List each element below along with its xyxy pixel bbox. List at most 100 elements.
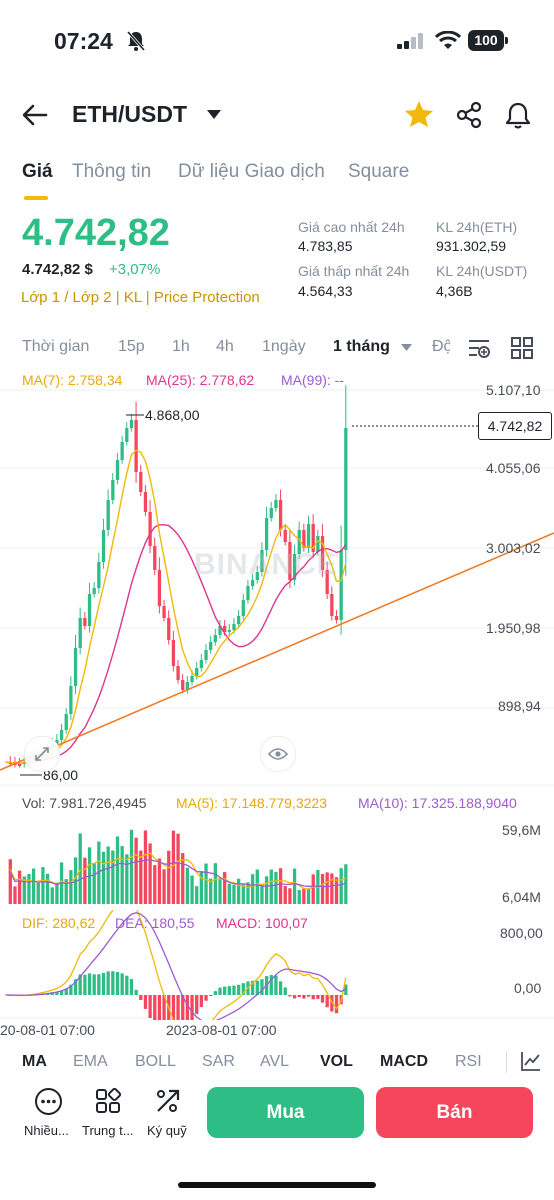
pair-title[interactable]: ETH/USDT	[72, 101, 187, 128]
volume-bar	[101, 851, 106, 904]
battery-indicator: 100	[468, 30, 504, 51]
volume-bar	[69, 870, 73, 904]
candle-body	[69, 686, 73, 714]
tab-trading-data[interactable]: Dữ liệu Giao dịch	[178, 161, 325, 183]
chart-analysis-icon[interactable]	[520, 1050, 542, 1072]
candle-body	[83, 618, 87, 626]
candle-body	[134, 420, 138, 472]
indicator-settings-icon[interactable]	[467, 337, 491, 359]
macd-histogram-bar	[111, 971, 115, 995]
timeframe-4h[interactable]: 4h	[216, 338, 234, 356]
candle-body	[209, 642, 213, 650]
high-24h-value: 4.783,85	[298, 238, 353, 254]
macd-histogram-bar	[232, 985, 236, 995]
indicator-tab-sar[interactable]: SAR	[202, 1053, 235, 1071]
macd-histogram-bar	[237, 984, 241, 995]
macd-histogram-bar	[92, 974, 96, 995]
indicator-tab-macd[interactable]: MACD	[380, 1053, 428, 1071]
macd-histogram-bar	[209, 995, 213, 996]
silent-bell-icon	[126, 31, 146, 51]
trading-center-label[interactable]: Trung t...	[82, 1123, 134, 1138]
timeframe-1h[interactable]: 1h	[172, 338, 190, 356]
macd-histogram-bar	[115, 971, 120, 995]
volume-bar	[92, 863, 96, 904]
macd-histogram-bar	[101, 972, 106, 995]
timeframe-depth[interactable]: Độ	[432, 338, 450, 356]
expand-icon	[35, 747, 49, 761]
trading-center-icon[interactable]	[95, 1088, 121, 1114]
volume-bar	[237, 878, 241, 904]
volume-bar	[278, 868, 283, 904]
volume-bar	[288, 888, 292, 904]
volume-bar	[223, 872, 227, 904]
wifi-icon	[435, 31, 461, 49]
candle-body	[120, 442, 124, 460]
candle-body	[199, 660, 204, 668]
candle-body	[125, 428, 129, 442]
favorite-star-icon[interactable]	[404, 100, 434, 128]
tab-price[interactable]: Giá	[22, 161, 53, 183]
timeframe-1d[interactable]: 1ngày	[262, 338, 306, 356]
candle-body	[106, 500, 110, 530]
volume-bar	[311, 874, 315, 904]
macd-histogram-bar	[195, 995, 199, 1014]
candle-body	[237, 616, 241, 624]
volume-bar	[129, 829, 134, 904]
macd-histogram-bar	[223, 986, 227, 995]
volume-bar	[139, 850, 143, 904]
tag-kl[interactable]: KL	[124, 289, 142, 306]
candle-body	[143, 492, 148, 512]
volume-bar	[111, 850, 115, 904]
volume-bar	[167, 850, 171, 904]
share-icon[interactable]	[455, 101, 483, 129]
toggle-visibility-button[interactable]	[260, 736, 296, 772]
notification-bell-icon[interactable]	[505, 101, 531, 129]
candlestick-chart[interactable]	[0, 380, 554, 790]
timeframe-1month[interactable]: 1 tháng	[333, 338, 390, 356]
volume-legend: Vol: 7.981.726,4945	[22, 795, 147, 811]
volume-bar	[8, 859, 12, 904]
indicator-tab-rsi[interactable]: RSI	[455, 1053, 482, 1071]
candle-body	[17, 764, 22, 766]
macd-histogram-bar	[316, 995, 320, 999]
margin-label[interactable]: Ký quỹ	[147, 1123, 187, 1138]
volume-bar	[41, 867, 45, 904]
sell-button[interactable]: Bán	[376, 1087, 533, 1138]
volume-chart[interactable]	[0, 812, 554, 910]
tab-info[interactable]: Thông tin	[72, 161, 151, 183]
cellular-signal-icon	[397, 33, 423, 49]
fullscreen-button[interactable]	[24, 736, 60, 772]
volume-bar	[325, 872, 329, 904]
indicator-tab-avl[interactable]: AVL	[260, 1053, 289, 1071]
timeframe-15m[interactable]: 15p	[118, 338, 145, 356]
time-axis-label: 20-08-01 07:00	[0, 1022, 95, 1038]
more-icon[interactable]	[35, 1088, 62, 1115]
indicator-tab-ma[interactable]: MA	[22, 1053, 47, 1071]
candle-body	[195, 668, 199, 676]
tag-list: Lớp 1 / Lớp 2 | KL | Price Protection	[21, 289, 260, 306]
indicator-tab-boll[interactable]: BOLL	[135, 1053, 176, 1071]
more-label[interactable]: Nhiều...	[24, 1123, 69, 1138]
volume-ma5-legend: MA(5): 17.148.779,3223	[176, 795, 327, 811]
tag-price-protection[interactable]: Price Protection	[154, 289, 260, 306]
price-axis-label: 5.107,10	[486, 382, 541, 398]
buy-button[interactable]: Mua	[207, 1087, 364, 1138]
macd-chart[interactable]	[0, 910, 554, 1020]
timeframe-caret-icon[interactable]	[401, 344, 412, 351]
price-axis-label: 898,94	[498, 698, 541, 714]
volume-bar	[320, 873, 325, 904]
caret-down-icon[interactable]	[207, 110, 221, 119]
tag-layer[interactable]: Lớp 1 / Lớp 2	[21, 289, 112, 306]
candle-body	[344, 428, 348, 550]
indicator-tab-vol[interactable]: VOL	[320, 1053, 353, 1071]
indicator-tab-ema[interactable]: EMA	[73, 1053, 108, 1071]
timeframe-time[interactable]: Thời gian	[22, 338, 89, 356]
macd-histogram-bar	[334, 995, 339, 1014]
tab-square[interactable]: Square	[348, 161, 409, 183]
candle-body	[64, 714, 68, 730]
volume-bar	[83, 857, 87, 904]
macd-histogram-bar	[97, 974, 101, 995]
layout-grid-icon[interactable]	[511, 337, 533, 359]
back-arrow-icon[interactable]	[20, 100, 50, 130]
margin-icon[interactable]	[155, 1088, 181, 1114]
